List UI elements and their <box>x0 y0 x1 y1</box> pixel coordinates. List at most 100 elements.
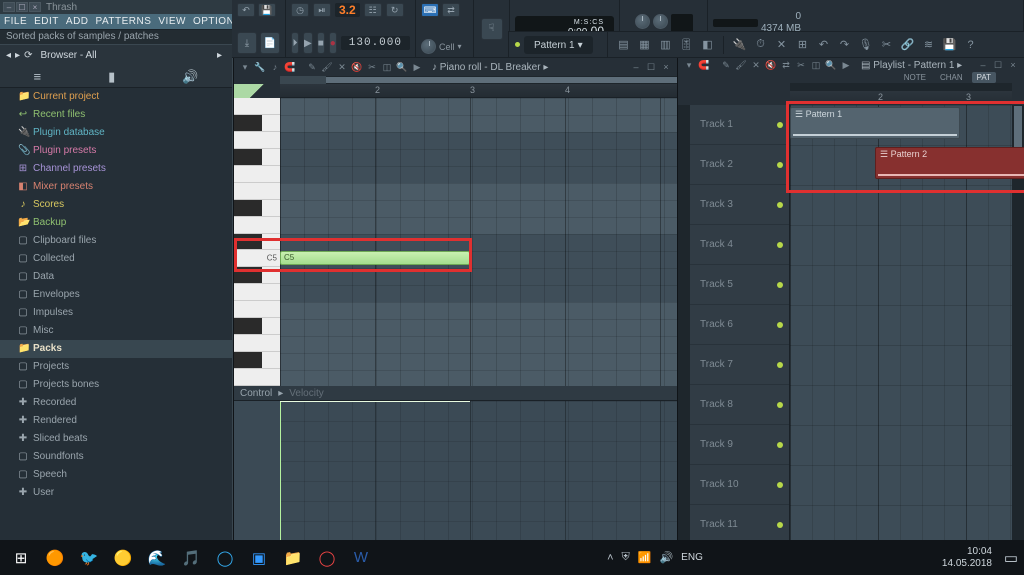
undo-icon[interactable]: ↶ <box>814 35 833 54</box>
taskbar-app-1-icon[interactable]: 🟠 <box>38 543 72 573</box>
pr-draw-icon[interactable]: ✎ <box>305 60 319 74</box>
pr-stamp-icon[interactable]: ♪ <box>268 60 282 74</box>
browser-shortcut-icon[interactable]: ◧ <box>698 35 717 54</box>
pl-snap-icon[interactable]: 🧲 <box>697 58 711 72</box>
maximize-icon[interactable]: ☐ <box>16 2 28 12</box>
track-header[interactable]: Track 6 <box>690 305 789 345</box>
track-header[interactable]: Track 11 <box>690 505 789 545</box>
menu-file[interactable]: FILE <box>4 16 27 27</box>
tray-chevron-icon[interactable]: ˄ <box>607 552 613 564</box>
pr-timeline-ruler[interactable]: 2 3 4 <box>280 84 677 98</box>
tray-volume-icon[interactable]: 🔊 <box>659 551 673 564</box>
pr-zoom-icon[interactable]: 🔍 <box>395 60 409 74</box>
menu-add[interactable]: ADD <box>66 16 89 27</box>
pl-playback-icon[interactable]: ▶ <box>839 58 853 72</box>
track-header[interactable]: Track 7 <box>690 345 789 385</box>
track-header[interactable]: Track 4 <box>690 225 789 265</box>
velocity-bar[interactable] <box>280 401 281 540</box>
pl-delete-icon[interactable]: ✕ <box>749 58 763 72</box>
tray-wifi-icon[interactable]: 📶 <box>638 551 652 564</box>
pl-mute-icon[interactable]: 🔇 <box>764 58 778 72</box>
system-clock[interactable]: 10:04 14.05.2018 <box>942 546 1002 570</box>
overdub-icon[interactable]: ↻ <box>386 3 404 17</box>
sync-icon[interactable]: ⏵ <box>291 32 299 54</box>
pr-close-icon[interactable]: × <box>659 60 673 74</box>
pl-draw-icon[interactable]: ✎ <box>719 58 733 72</box>
save-project-icon[interactable]: 💾 <box>940 35 959 54</box>
language-indicator[interactable]: ENG <box>681 552 703 563</box>
master-volume-knob[interactable] <box>635 14 650 29</box>
taskbar-app-2-icon[interactable]: 🐦 <box>72 543 106 573</box>
pl-select-icon[interactable]: ◫ <box>809 58 823 72</box>
render-icon[interactable]: ⤓ <box>237 32 257 54</box>
pr-mute-icon[interactable]: 🔇 <box>350 60 364 74</box>
track-header[interactable]: Track 9 <box>690 425 789 465</box>
taskbar-app-8-icon[interactable]: 📁 <box>276 543 310 573</box>
picker-tab-pat[interactable]: PAT <box>972 72 996 83</box>
countdown-icon[interactable]: ☷ <box>364 3 382 17</box>
undo-history-icon[interactable]: ↶ <box>237 3 255 17</box>
track-header[interactable]: Track 10 <box>690 465 789 505</box>
minimize-icon[interactable]: – <box>3 2 15 12</box>
pl-maximize-icon[interactable]: ☐ <box>991 58 1005 72</box>
tray-network-icon[interactable]: ⛨ <box>622 551 630 564</box>
play-button[interactable]: ▶ <box>303 32 313 54</box>
taskbar-app-5-icon[interactable]: 🎵 <box>174 543 208 573</box>
taskbar-app-6-icon[interactable]: ◯ <box>208 543 242 573</box>
playlist-shortcut-icon[interactable]: ▤ <box>614 35 633 54</box>
browser-refresh-icon[interactable]: ⟳ <box>24 50 32 61</box>
pr-snap-icon[interactable]: 🧲 <box>283 60 297 74</box>
pr-tool-icon[interactable]: 🔧 <box>253 60 267 74</box>
track-header[interactable]: Track 5 <box>690 265 789 305</box>
step-edit-icon[interactable]: ⇄ <box>442 3 460 17</box>
notifications-icon[interactable]: ▭ <box>1002 543 1020 573</box>
track-header[interactable]: Track 2 <box>690 145 789 185</box>
browser-cat-folder-icon[interactable]: ▮ <box>108 69 115 85</box>
taskbar-app-4-icon[interactable]: 🌊 <box>140 543 174 573</box>
midi-note[interactable]: C5 <box>280 251 470 265</box>
piano-roll-grid[interactable]: C5 <box>280 98 677 386</box>
mixer-shortcut-icon[interactable]: 🎚 <box>677 35 696 54</box>
track-header[interactable]: Track 8 <box>690 385 789 425</box>
pr-horizontal-scrollbar[interactable] <box>326 76 677 84</box>
scripting-icon[interactable]: ≋ <box>919 35 938 54</box>
tempo-tapper-icon[interactable]: ⏱ <box>751 35 770 54</box>
link-icon[interactable]: 🔗 <box>898 35 917 54</box>
close-icon[interactable]: × <box>29 2 41 12</box>
control-label-strip[interactable]: Control ▸ Velocity <box>234 386 677 400</box>
master-pitch-knob[interactable] <box>653 14 668 29</box>
velocity-editor[interactable] <box>234 400 677 540</box>
browser-back-icon[interactable]: ◂ <box>6 50 11 61</box>
touch-icon[interactable]: ☟ <box>481 18 503 40</box>
menu-patterns[interactable]: PATTERNS <box>96 16 152 27</box>
pl-slice-icon[interactable]: ✂ <box>794 58 808 72</box>
playlist-clip[interactable]: ☰ Pattern 2 <box>875 147 1024 179</box>
pl-timeline-ruler[interactable]: 2 3 4 <box>790 91 1012 105</box>
start-menu-icon[interactable]: ⊞ <box>4 543 38 573</box>
track-header[interactable]: Track 3 <box>690 185 789 225</box>
pr-paint-icon[interactable]: 🖌 <box>320 60 334 74</box>
pl-marker-gutter[interactable] <box>678 105 690 545</box>
pr-delete-icon[interactable]: ✕ <box>335 60 349 74</box>
pl-menu-icon[interactable]: ▾ <box>682 58 696 72</box>
track-header[interactable]: Track 1 <box>690 105 789 145</box>
redo-icon[interactable]: ↷ <box>835 35 854 54</box>
pl-horizontal-scrollbar[interactable] <box>790 83 1012 91</box>
browser-forward-icon[interactable]: ▸ <box>15 50 20 61</box>
arrange-windows-icon[interactable]: ⊞ <box>793 35 812 54</box>
pl-slip-icon[interactable]: ⇄ <box>779 58 793 72</box>
cut-icon[interactable]: ✂ <box>877 35 896 54</box>
plugin-picker-icon[interactable]: 🔌 <box>730 35 749 54</box>
tempo-display[interactable]: 130.000 <box>341 36 410 50</box>
channelrack-shortcut-icon[interactable]: ▥ <box>656 35 675 54</box>
pianoroll-shortcut-icon[interactable]: ▦ <box>635 35 654 54</box>
taskbar-app-3-icon[interactable]: 🟡 <box>106 543 140 573</box>
swing-knob[interactable] <box>421 39 436 54</box>
pl-paint-icon[interactable]: 🖌 <box>734 58 748 72</box>
typing-kb-icon[interactable]: ⌨ <box>421 3 439 17</box>
pl-zoom-icon[interactable]: 🔍 <box>824 58 838 72</box>
picker-tab-note[interactable]: NOTE <box>899 72 931 83</box>
stop-button[interactable]: ■ <box>317 32 325 54</box>
playlist-clip[interactable]: ☰ Pattern 1 <box>790 107 960 139</box>
taskbar-app-9-icon[interactable]: ◯ <box>310 543 344 573</box>
